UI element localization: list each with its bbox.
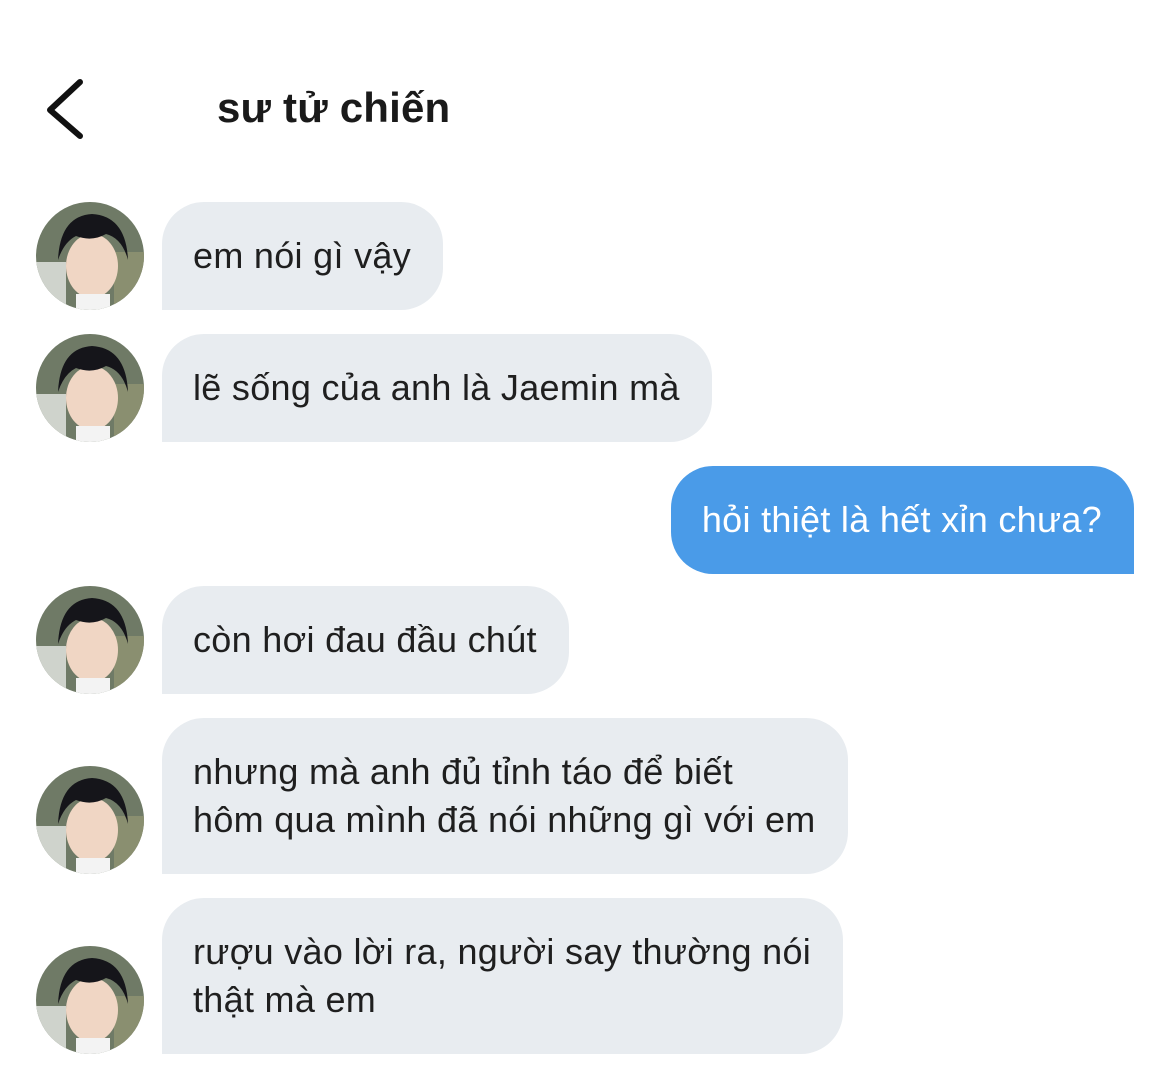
avatar[interactable]	[36, 946, 144, 1054]
incoming-message-bubble[interactable]: rượu vào lời ra, người say thường nói th…	[162, 898, 844, 1054]
chat-title[interactable]: sư tử chiến	[217, 82, 450, 134]
chat-screen: sư tử chiến em nói gì vậy lẽ sống của an…	[0, 0, 1169, 1069]
avatar[interactable]	[36, 334, 144, 442]
chat-header: sư tử chiến	[0, 0, 1169, 180]
chevron-left-icon	[47, 79, 83, 139]
avatar[interactable]	[36, 202, 144, 310]
incoming-message-bubble[interactable]: nhưng mà anh đủ tỉnh táo để biết hôm qua…	[162, 718, 848, 874]
back-button[interactable]	[36, 72, 96, 144]
incoming-message-bubble[interactable]: em nói gì vậy	[162, 202, 444, 310]
incoming-message-bubble[interactable]: lẽ sống của anh là Jaemin mà	[162, 334, 712, 442]
avatar[interactable]	[36, 766, 144, 874]
incoming-message-bubble[interactable]: còn hơi đau đầu chút	[162, 586, 569, 694]
avatar[interactable]	[36, 586, 144, 694]
outgoing-message-bubble[interactable]: hỏi thiệt là hết xỉn chưa?	[670, 466, 1134, 574]
